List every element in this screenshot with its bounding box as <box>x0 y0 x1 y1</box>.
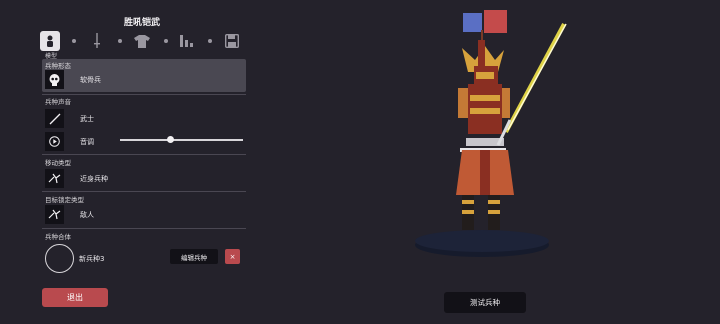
samurai-model <box>415 10 567 257</box>
divider <box>42 94 246 95</box>
unit-editor-panel: 胜吼铠武 模型 兵种形态 软骨兵 兵种声音 武士 音调 移动类型 近身兵种 目标… <box>0 0 250 324</box>
pitch-label: 音调 <box>80 137 94 146</box>
tab-separator <box>164 39 168 43</box>
targeting-select[interactable]: 敌人 <box>45 205 249 224</box>
pitch-slider[interactable] <box>120 139 243 141</box>
movement-value: 近身兵种 <box>80 174 108 183</box>
tab-separator <box>208 39 212 43</box>
combo-unit-name: 新兵种3 <box>79 255 105 263</box>
save-icon <box>225 34 239 48</box>
play-icon[interactable] <box>45 132 64 151</box>
katana-icon <box>45 109 64 128</box>
divider <box>42 154 246 155</box>
tab-separator <box>118 39 122 43</box>
section-title: 移动类型 <box>45 159 71 167</box>
remove-combo-button[interactable]: × <box>225 249 240 264</box>
skeleton-icon <box>45 70 64 89</box>
divider <box>42 191 246 192</box>
unit-icon <box>47 35 53 47</box>
unit-preview[interactable] <box>400 0 590 270</box>
movement-select[interactable]: 近身兵种 <box>45 169 249 188</box>
section-title: 兵种合体 <box>45 233 71 241</box>
test-unit-button[interactable]: 测试兵种 <box>444 292 526 313</box>
edit-unit-button[interactable]: 编辑兵种 <box>170 249 218 264</box>
tab-save[interactable] <box>222 31 242 51</box>
tab-unit[interactable] <box>40 31 60 51</box>
section-title: 目标锁定类型 <box>45 196 84 204</box>
combo-unit-avatar[interactable] <box>45 244 74 273</box>
armor-icon <box>134 34 150 48</box>
voice-value: 武士 <box>80 114 94 123</box>
tab-separator <box>72 39 76 43</box>
divider <box>42 228 246 229</box>
sword-icon <box>94 33 100 48</box>
targeting-value: 敌人 <box>80 210 94 219</box>
tab-clothing[interactable] <box>132 31 152 51</box>
voice-select[interactable]: 武士 <box>45 109 249 128</box>
section-title: 兵种声音 <box>45 98 71 106</box>
melee-icon <box>45 169 64 188</box>
pitch-row: 音调 <box>45 132 115 151</box>
section-title: 兵种形态 <box>45 62 71 70</box>
unit-form-section[interactable]: 兵种形态 软骨兵 <box>42 59 246 92</box>
pitch-slider-handle[interactable] <box>167 136 174 143</box>
exit-button[interactable]: 退出 <box>42 288 108 307</box>
category-tabs <box>40 31 246 51</box>
page-title: 胜吼铠武 <box>123 18 160 28</box>
tab-weapons[interactable] <box>87 31 107 51</box>
target-enemy-icon <box>45 205 64 224</box>
stats-icon <box>180 35 193 47</box>
tab-stats[interactable] <box>177 31 197 51</box>
form-value: 软骨兵 <box>80 75 101 84</box>
